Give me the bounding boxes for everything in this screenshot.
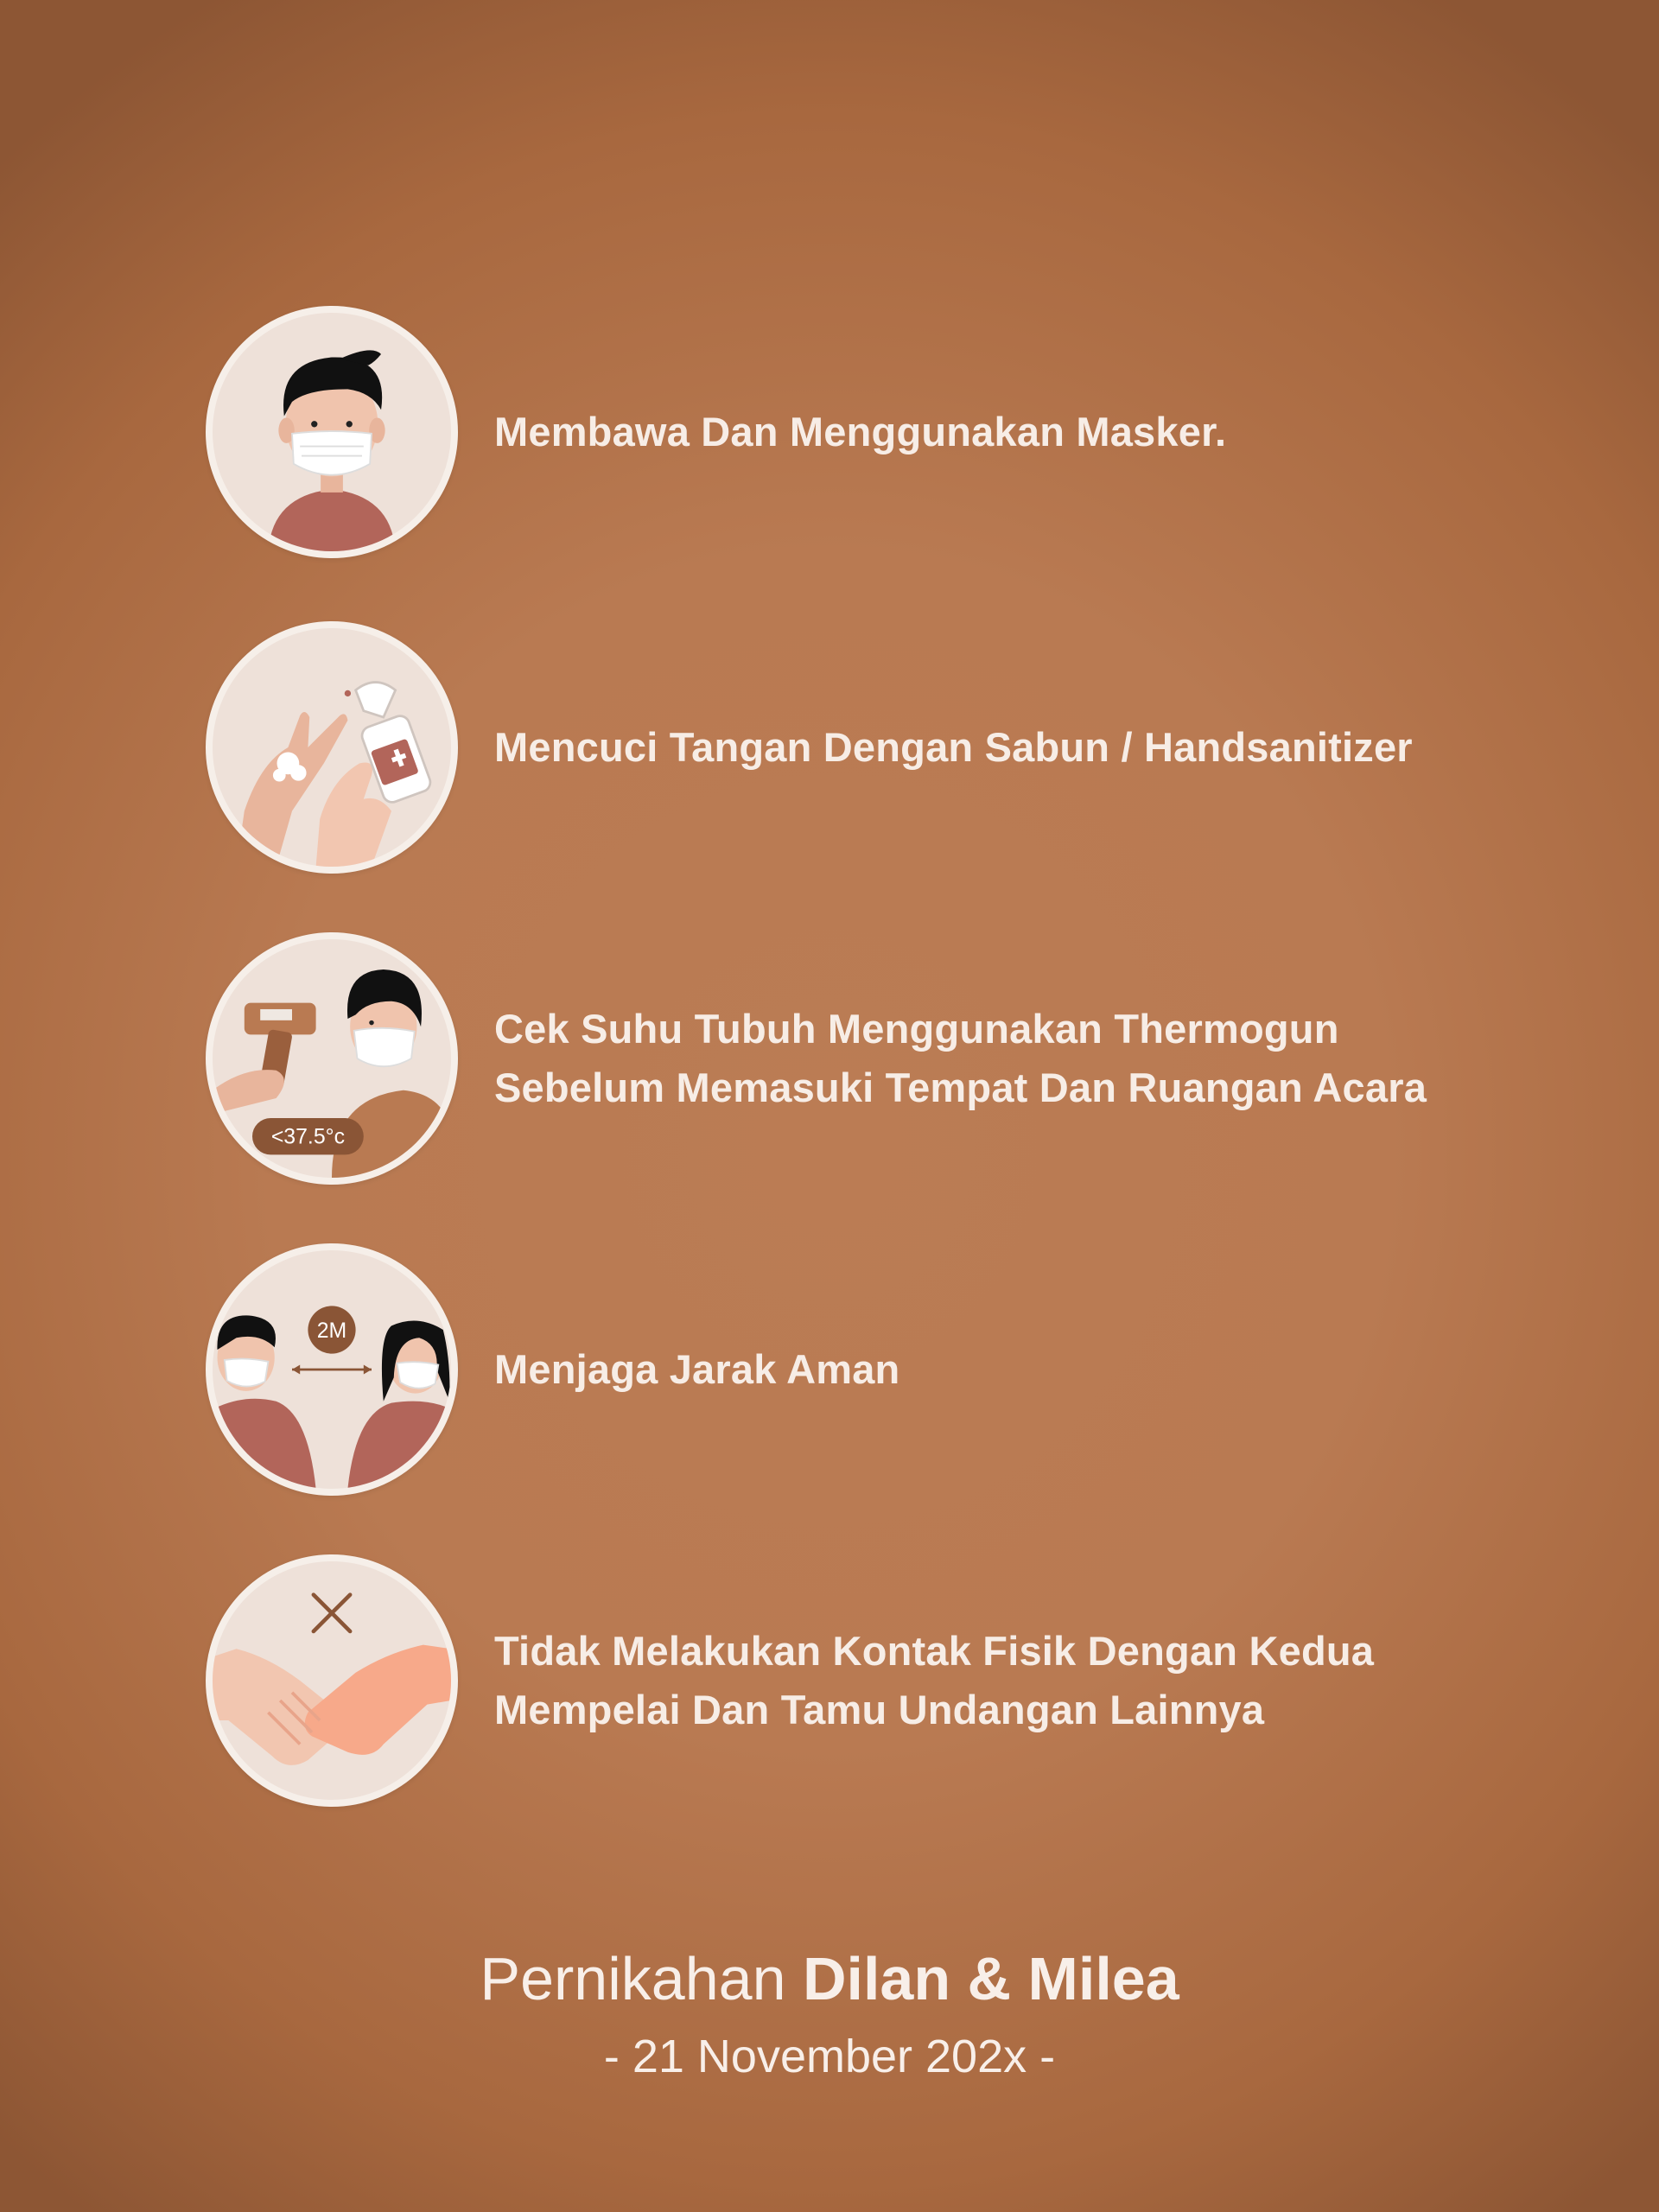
rule-line: Mencuci Tangan Dengan Sabun / Handsaniti… bbox=[494, 724, 1413, 770]
no-handshake-icon bbox=[206, 1554, 458, 1807]
rule-text-distance: Menjaga Jarak Aman bbox=[494, 1340, 899, 1399]
event-date: - 21 November 202x - bbox=[603, 2031, 1056, 2082]
distance-badge: 2M bbox=[317, 1319, 347, 1343]
event-title-prefix: Pernikahan bbox=[480, 1945, 786, 2012]
social-distance-icon: 2M bbox=[206, 1243, 458, 1496]
thermogun-icon: <37.5°c bbox=[206, 932, 458, 1185]
rule-distance: 2M Menjaga Jarak Aman bbox=[206, 1240, 1554, 1499]
rule-text-no-contact: Tidak Melakukan Kontak Fisik Dengan Kedu… bbox=[494, 1622, 1374, 1739]
rule-thermogun: <37.5°c Cek Suhu Tubuh Menggunakan Therm… bbox=[206, 929, 1554, 1188]
rule-handwash: Mencuci Tangan Dengan Sabun / Handsaniti… bbox=[206, 618, 1554, 877]
rule-line: Mempelai Dan Tamu Undangan Lainnya bbox=[494, 1687, 1265, 1732]
rule-line: Cek Suhu Tubuh Menggunakan Thermogun bbox=[494, 1006, 1339, 1052]
rule-text-handwash: Mencuci Tangan Dengan Sabun / Handsaniti… bbox=[494, 718, 1413, 777]
rule-text-mask: Membawa Dan Menggunakan Masker. bbox=[494, 403, 1226, 461]
rule-text-thermogun: Cek Suhu Tubuh Menggunakan Thermogun Seb… bbox=[494, 1000, 1427, 1117]
event-title: Pernikahan Dilan & Milea bbox=[0, 1940, 1659, 2018]
rule-line: Sebelum Memasuki Tempat Dan Ruangan Acar… bbox=[494, 1065, 1427, 1110]
rule-mask: Membawa Dan Menggunakan Masker. bbox=[206, 302, 1554, 562]
mask-person-icon bbox=[206, 306, 458, 558]
rule-line: Membawa Dan Menggunakan Masker. bbox=[494, 409, 1227, 454]
couple-names: Dilan & Milea bbox=[802, 1945, 1179, 2012]
temperature-badge: <37.5°c bbox=[271, 1125, 345, 1148]
rule-line: Tidak Melakukan Kontak Fisik Dengan Kedu… bbox=[494, 1628, 1375, 1674]
rule-line: Menjaga Jarak Aman bbox=[494, 1346, 900, 1392]
rule-no-contact: Tidak Melakukan Kontak Fisik Dengan Kedu… bbox=[206, 1551, 1554, 1810]
handwash-sanitizer-icon bbox=[206, 621, 458, 874]
poster: Membawa Dan Menggunakan Masker. Mencuci … bbox=[0, 0, 1659, 2212]
